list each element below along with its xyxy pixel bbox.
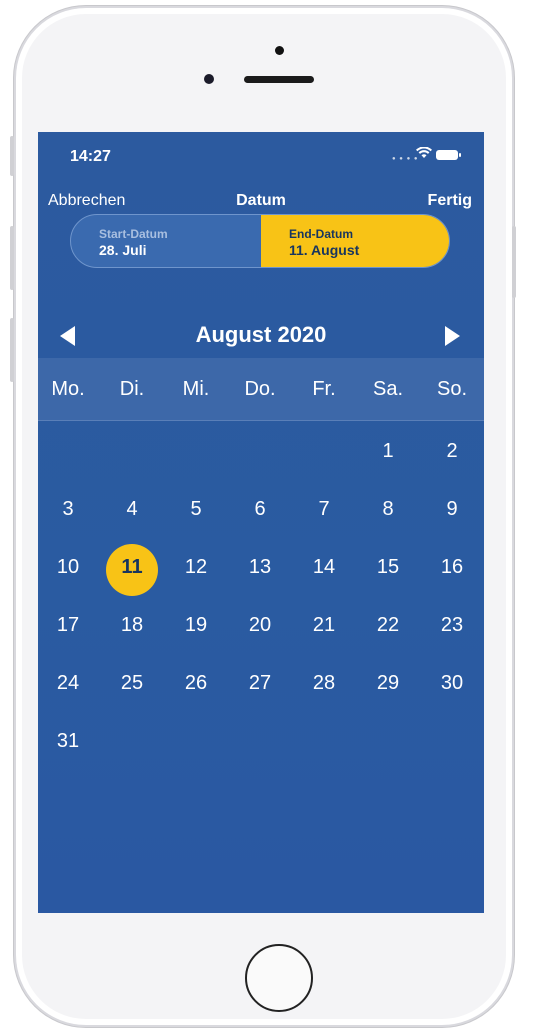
start-date-value: 28. Juli [99,242,147,258]
calendar-day[interactable]: 23 [420,614,484,637]
calendar-grid: 1 2 3 4 5 6 7 8 9 10 11 12 13 14 15 16 1… [38,420,484,770]
calendar-day[interactable]: 31 [38,730,100,753]
calendar-day[interactable]: 28 [292,672,356,695]
calendar-day[interactable]: 4 [100,498,164,521]
calendar-day[interactable]: 8 [356,498,420,521]
calendar-day[interactable]: 27 [228,672,292,695]
calendar-day[interactable]: 12 [164,556,228,579]
battery-icon [436,150,461,160]
app-screen: 14:27 ● ● ● ● Abbrechen Datum Fertig Sta… [38,132,484,913]
weekday-label: Mo. [51,378,85,400]
calendar-day[interactable]: 14 [292,556,356,579]
month-title: August 2020 [195,322,327,347]
calendar-day[interactable]: 9 [420,498,484,521]
done-button[interactable]: Fertig [428,192,472,210]
weekday-label: Fr. [312,378,336,400]
calendar-day[interactable]: 1 [356,440,420,463]
volume-down-button[interactable] [10,318,14,382]
calendar-day[interactable]: 25 [100,672,164,695]
calendar-day[interactable]: 6 [228,498,292,521]
calendar-day[interactable]: 17 [38,614,100,637]
home-button[interactable] [245,944,313,1012]
weekday-header: Mo. Di. Mi. Do. Fr. Sa. So. [38,358,484,421]
signal-icon: ● ● ● ● [392,156,419,162]
calendar-day[interactable]: 24 [38,672,100,695]
weekday-label: Mi. [182,378,210,400]
status-bar: 14:27 ● ● ● ● [38,132,484,176]
earpiece-speaker [244,76,314,83]
end-date-label: End-Datum [289,227,353,241]
calendar-day[interactable]: 13 [228,556,292,579]
calendar-day[interactable]: 5 [164,498,228,521]
weekday-label: Di. [119,378,145,400]
power-button[interactable] [512,226,516,298]
start-date-label: Start-Datum [99,227,168,241]
caret-right-icon[interactable] [444,326,460,352]
wifi-icon [416,146,432,162]
weekday-label: Sa. [372,378,404,400]
end-date-value: 11. August [289,242,360,258]
status-time: 14:27 [70,148,111,165]
calendar-day[interactable]: 15 [356,556,420,579]
weekday-label: Do. [244,378,276,400]
nav-bar: Abbrechen Datum Fertig [38,188,484,212]
calendar-day[interactable]: 7 [292,498,356,521]
page-title: Datum [236,192,286,209]
calendar-day-selected[interactable]: 11 [100,544,164,596]
calendar-day[interactable]: 3 [38,498,100,521]
calendar-day[interactable]: 26 [164,672,228,695]
calendar-day[interactable]: 10 [38,556,100,579]
calendar-day[interactable]: 29 [356,672,420,695]
start-date-segment[interactable]: Start-Datum 28. Juli [71,215,261,267]
calendar-day[interactable]: 20 [228,614,292,637]
month-navigation: August 2020 [38,318,484,358]
proximity-sensor [275,46,284,55]
weekday-label: So. [436,378,468,400]
date-range-selector: Start-Datum 28. Juli End-Datum 11. Augus… [70,214,450,268]
front-camera [204,74,214,84]
volume-up-button[interactable] [10,226,14,290]
mute-switch[interactable] [10,136,14,176]
calendar-day[interactable]: 30 [420,672,484,695]
calendar-day[interactable]: 22 [356,614,420,637]
end-date-segment[interactable]: End-Datum 11. August [261,215,449,267]
calendar-day[interactable]: 2 [420,440,484,463]
calendar-day[interactable]: 16 [420,556,484,579]
calendar-day[interactable]: 18 [100,614,164,637]
calendar-day[interactable]: 19 [164,614,228,637]
calendar-day[interactable]: 21 [292,614,356,637]
